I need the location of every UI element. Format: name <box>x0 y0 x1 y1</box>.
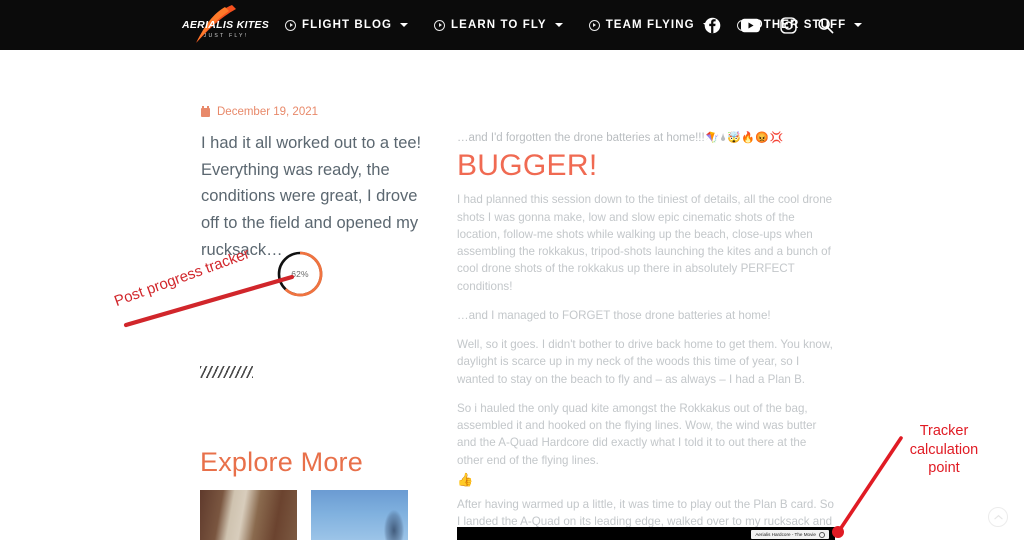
scroll-to-top-button[interactable] <box>988 507 1008 527</box>
social-links <box>704 0 834 50</box>
site-logo[interactable]: AERIALIS KITES JUST FLY! <box>178 5 270 44</box>
annotation-right-line-2: calculation <box>909 441 979 458</box>
article-lead: …and I'd forgotten the drone batteries a… <box>457 130 835 147</box>
arrow-circle-icon <box>434 19 446 31</box>
explore-more-heading: Explore More <box>200 447 363 477</box>
calendar-icon <box>201 105 210 117</box>
chevron-up-icon <box>993 514 1003 520</box>
article-headline: BUGGER! <box>457 149 598 183</box>
page-root: AERIALIS KITES JUST FLY! FLIGHT BLOG LEA… <box>0 0 1024 540</box>
hatched-divider <box>200 366 253 378</box>
nav-item-team-flying[interactable]: TEAM FLYING <box>588 19 711 31</box>
post-excerpt: I had it all worked out to a tee! Everyt… <box>201 134 422 259</box>
article-paragraph: …and I managed to FORGET those drone bat… <box>457 308 771 322</box>
embedded-video[interactable]: Aerialis Hardcore - The Movie <box>457 527 835 540</box>
nav-label: LEARN TO FLY <box>451 19 547 31</box>
thumbnail-blue-sky[interactable] <box>311 490 408 540</box>
annotation-left-label: Post progress tracker <box>112 245 252 310</box>
post-date-text: December 19, 2021 <box>217 106 319 118</box>
progress-percent-label: 62% <box>291 269 309 279</box>
search-icon[interactable] <box>817 17 834 34</box>
video-avatar-icon <box>819 531 825 538</box>
nav-item-learn-to-fly[interactable]: LEARN TO FLY <box>434 19 563 31</box>
thumbnail-wooden-structure[interactable] <box>200 490 297 540</box>
post-sidebar: December 19, 2021 I had it all worked ou… <box>201 105 436 264</box>
nav-label: FLIGHT BLOG <box>302 19 393 31</box>
article-paragraph: So i hauled the only quad kite amongst t… <box>457 401 817 467</box>
annotation-right-line-1: Tracker <box>919 423 969 439</box>
instagram-icon[interactable] <box>780 16 797 34</box>
site-header: AERIALIS KITES JUST FLY! FLIGHT BLOG LEA… <box>0 0 1024 50</box>
arrow-circle-icon <box>285 19 296 31</box>
video-title-tooltip: Aerialis Hardcore - The Movie <box>751 530 829 539</box>
arrow-circle-icon <box>588 19 600 31</box>
lead-emoji-run: 🪁🌢️🤯🔥😡💢 <box>705 132 784 145</box>
chevron-down-icon <box>554 23 563 27</box>
article-lead-text: …and I'd forgotten the drone batteries a… <box>457 132 705 144</box>
facebook-icon[interactable] <box>704 17 721 34</box>
article-paragraph: Well, so it goes. I didn't bother to dri… <box>457 338 833 386</box>
nav-label: TEAM FLYING <box>605 19 695 31</box>
logo-tagline: JUST FLY! <box>203 32 249 39</box>
post-progress-tracker: 62% <box>275 249 325 299</box>
youtube-icon[interactable] <box>741 18 760 33</box>
chevron-down-icon <box>400 23 409 27</box>
logo-name: AERIALIS KITES <box>182 19 270 32</box>
nav-item-flight-blog[interactable]: FLIGHT BLOG <box>285 19 409 31</box>
annotation-right-label: Tracker calculation point <box>884 422 1004 478</box>
thumbs-up-icon: 👍 <box>457 471 474 487</box>
post-date: December 19, 2021 <box>201 105 436 118</box>
video-title-text: Aerialis Hardcore - The Movie <box>755 532 816 537</box>
article-body: …and I'd forgotten the drone batteries a… <box>457 130 835 540</box>
chevron-down-icon <box>854 23 863 27</box>
article-paragraph: I had planned this session down to the t… <box>457 193 833 293</box>
annotation-right-line-3: point <box>928 460 960 477</box>
explore-more-thumbnails <box>200 490 408 540</box>
